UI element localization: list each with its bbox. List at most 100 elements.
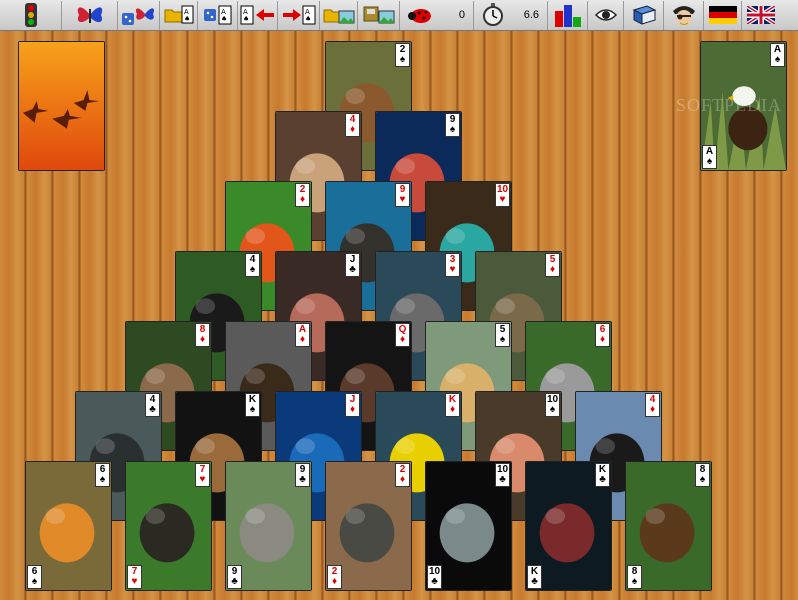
card-suit: ♦ [199, 334, 206, 345]
redo-button[interactable]: A ♠ [278, 0, 320, 30]
card-index-top: 5 ♦ [545, 253, 560, 277]
wooden-table: A♠ A♠ SOFTPEDIA 2♠2♠4♦4♦9♠9♠2♦2♦9♥9♥10♥1… [0, 31, 798, 600]
card-index-bottom: 9 ♣ [227, 565, 242, 589]
card-index-top: 10 ♥ [495, 183, 510, 207]
card-suit: ♦ [549, 264, 556, 275]
card-suit: ♣ [349, 264, 356, 275]
pyramid-card[interactable]: 9 ♣ 9 ♣ [225, 461, 312, 591]
stopwatch-icon [483, 3, 503, 26]
toolbar: A ♠ A ♠ A ♠ A ♠ 0 6.6 [0, 0, 798, 31]
new-game-button[interactable] [62, 0, 118, 30]
book-icon [632, 5, 656, 25]
card-index-top: K ♠ [245, 393, 260, 417]
german-language-button[interactable] [704, 0, 742, 30]
card-index-top: K ♣ [595, 463, 610, 487]
pyramid-card[interactable]: 2♦ 2♦ [325, 461, 412, 591]
open-game-button[interactable]: A ♠ [160, 0, 198, 30]
card-suit: ♠ [706, 156, 713, 167]
card-suit: ♠ [699, 474, 706, 485]
card-index-top: 6 ♦ [595, 323, 610, 347]
card-suit: ♠ [449, 124, 456, 135]
traffic-light-icon [24, 3, 37, 27]
card-index-top: 9 ♥ [395, 183, 410, 207]
random-card-button[interactable]: A ♠ [198, 0, 238, 30]
save-background-button[interactable] [358, 0, 400, 30]
score-display: 0 [400, 0, 474, 30]
card-index-bottom: 8 ♠ [627, 565, 642, 589]
card-suit: ♣ [149, 404, 156, 415]
card-suit: ♠ [499, 334, 506, 345]
card-index-top: 2 ♦ [295, 183, 310, 207]
svg-text:♠: ♠ [184, 15, 190, 23]
pyramid-card[interactable]: 8 ♠ 8 ♠ [625, 461, 712, 591]
card-suit: ♠ [31, 576, 38, 587]
bar-chart-icon [554, 5, 581, 27]
card-suit: ♠ [249, 264, 256, 275]
statistics-button[interactable] [548, 0, 588, 30]
card-suit: ♥ [449, 264, 456, 275]
dice-card-icon: A♠ [203, 5, 231, 25]
card-suit: ♣ [499, 474, 506, 485]
watermark: SOFTPEDIA [676, 95, 783, 115]
card-suit: ♦ [299, 334, 306, 345]
card-index-top: A ♠ [770, 43, 785, 67]
hint-button[interactable] [588, 0, 624, 30]
card-index-bottom: 7 ♥ [127, 565, 142, 589]
help-button[interactable] [624, 0, 664, 30]
card-index-top: 7 ♥ [195, 463, 210, 487]
traffic-light-button[interactable] [0, 0, 62, 30]
card-suit: ♣ [431, 576, 438, 587]
card-index-top: 5 ♠ [495, 323, 510, 347]
card-suit: ♠ [249, 404, 256, 415]
folder-landscape-icon [323, 9, 354, 24]
card-suit: ♦ [349, 404, 356, 415]
stock-pile[interactable] [18, 41, 105, 171]
card-index-top: A ♦ [295, 323, 310, 347]
card-suit: ♠ [99, 474, 106, 485]
card-index-top: K ♦ [445, 393, 460, 417]
random-game-button[interactable] [118, 0, 160, 30]
svg-text:♠: ♠ [221, 15, 227, 23]
save-landscape-icon [363, 6, 394, 24]
card-suit: ♠ [631, 576, 638, 587]
card-suit: ♠ [549, 404, 556, 415]
pirate-icon [672, 6, 695, 26]
pyramid-card[interactable]: K ♣ K ♣ [525, 461, 612, 591]
pyramid-card[interactable]: 10 ♣ 10 ♣ [425, 461, 512, 591]
card-suit: ♦ [399, 474, 406, 485]
card-suit: ♥ [131, 576, 138, 587]
card-suit: ♥ [399, 194, 406, 205]
undo-button[interactable]: A ♠ [238, 0, 278, 30]
svg-text:♠: ♠ [305, 15, 311, 23]
card-index-top: 10 ♠ [545, 393, 560, 417]
card-suit: ♦ [349, 124, 356, 135]
card-suit: ♣ [531, 576, 538, 587]
card-suit: ♥ [199, 474, 206, 485]
author-button[interactable] [664, 0, 704, 30]
pyramid-card[interactable]: 6 ♠ 6 ♠ [25, 461, 112, 591]
open-background-button[interactable] [320, 0, 358, 30]
arrow-card-right-icon: A♠ [282, 5, 315, 25]
card-suit: ♣ [299, 474, 306, 485]
card-suit: ♥ [499, 194, 506, 205]
card-suit: ♠ [774, 54, 781, 65]
svg-text:♠: ♠ [243, 15, 249, 23]
card-suit: ♦ [449, 404, 456, 415]
dice-butterfly-icon [121, 8, 154, 25]
card-index-top: 2 ♦ [395, 463, 410, 487]
card-index-top: 10 ♣ [495, 463, 510, 487]
card-suit: ♦ [649, 404, 656, 415]
english-language-button[interactable] [742, 1, 780, 30]
score-value: 0 [458, 9, 465, 21]
cranes-sunset-art [19, 42, 104, 170]
card-suit: ♠ [399, 54, 406, 65]
card-index-bottom: A ♠ [702, 145, 717, 169]
card-index-top: 6 ♠ [95, 463, 110, 487]
card-index-top: 4 ♠ [245, 253, 260, 277]
card-index-bottom: K ♣ [527, 565, 542, 589]
open-folder-card-icon: A♠ [164, 5, 193, 24]
ladybug-icon [408, 9, 431, 23]
card-index-top: 3 ♥ [445, 253, 460, 277]
card-suit: ♦ [399, 334, 406, 345]
pyramid-card[interactable]: 7 ♥ 7 ♥ [125, 461, 212, 591]
